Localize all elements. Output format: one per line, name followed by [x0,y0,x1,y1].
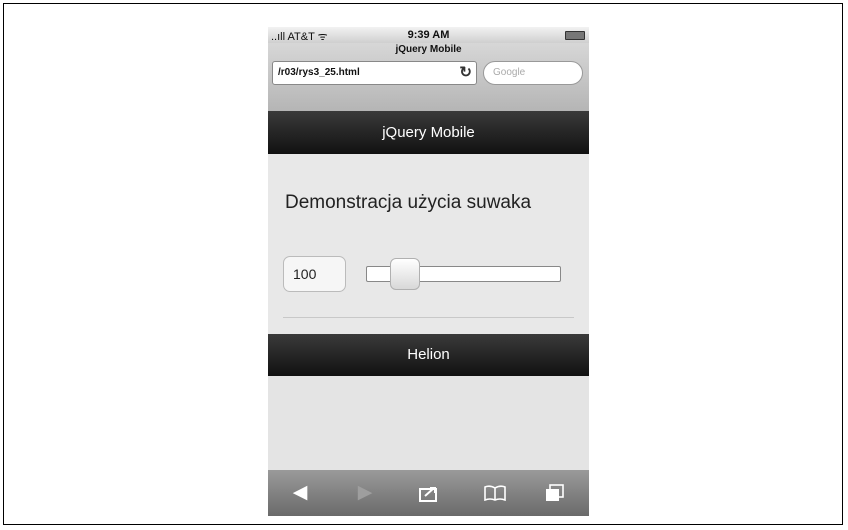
slider-handle[interactable] [390,258,420,290]
status-bar: ..ıll AT&T ᯤ 9:39 AM [268,27,589,43]
footer-title: Helion [407,346,450,363]
share-icon[interactable] [415,478,445,508]
status-time: 9:39 AM [407,29,450,41]
address-bar[interactable]: /r03/rys3_25.html ↻ [272,61,477,85]
phone-screen: ..ıll AT&T ᯤ 9:39 AM jQuery Mobile /r03/… [268,27,589,516]
page-content: Demonstracja użycia suwaka [268,154,589,334]
battery-icon [565,31,585,40]
pages-icon[interactable] [540,478,570,508]
header-bar: jQuery Mobile [268,111,589,154]
header-title: jQuery Mobile [382,124,475,141]
browser-chrome: jQuery Mobile /r03/rys3_25.html ↻ Google [268,43,589,111]
empty-area [268,376,589,470]
forward-arrow-icon[interactable]: ▶ [350,478,380,508]
slider-value-input[interactable] [283,256,346,292]
page-heading: Demonstracja użycia suwaka [285,192,532,213]
bookmarks-book-icon[interactable] [480,478,510,508]
divider [283,317,574,318]
address-text: /r03/rys3_25.html [278,67,360,78]
browser-toolbar: ◀ ▶ [268,470,589,516]
reload-icon[interactable]: ↻ [459,64,472,82]
footer-bar: Helion [268,334,589,376]
browser-page-title: jQuery Mobile [395,44,462,55]
search-placeholder: Google [493,67,526,78]
search-input[interactable]: Google [483,61,583,85]
back-arrow-icon[interactable]: ◀ [285,478,315,508]
